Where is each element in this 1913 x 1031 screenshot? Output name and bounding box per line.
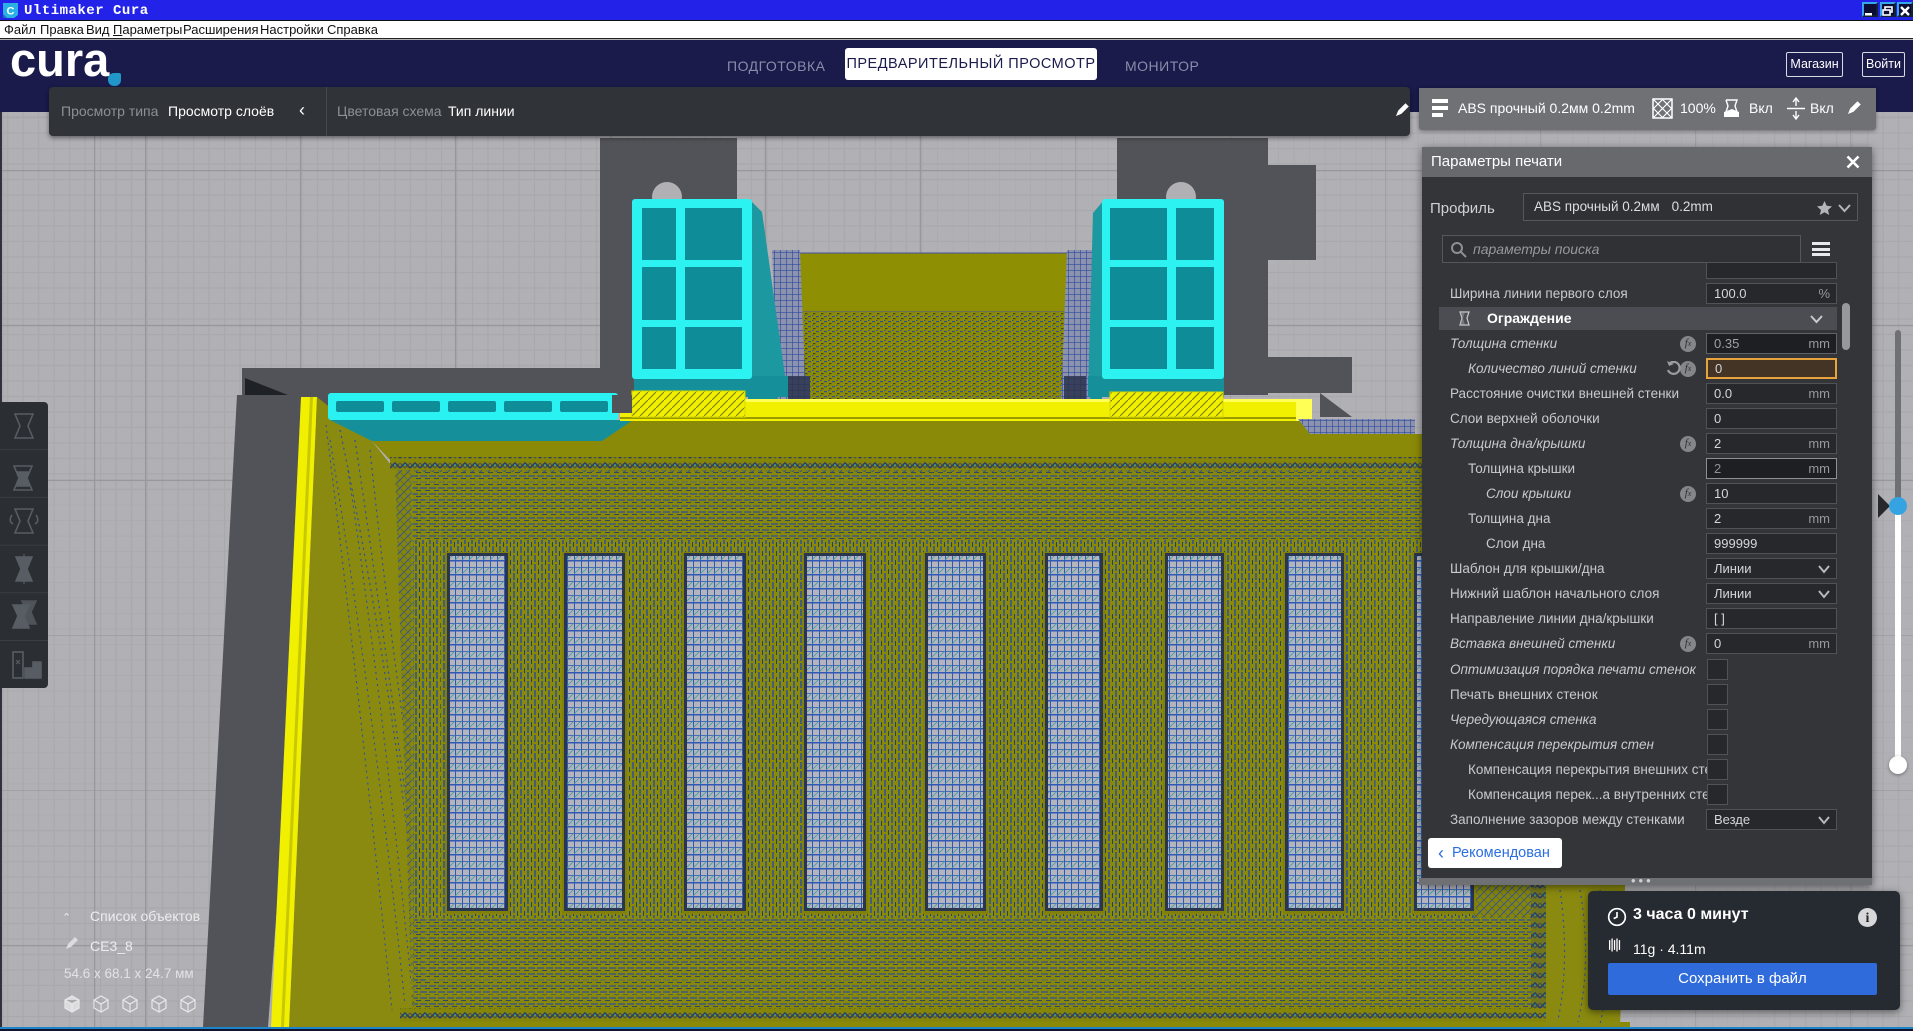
svg-text:C: C bbox=[7, 6, 15, 18]
